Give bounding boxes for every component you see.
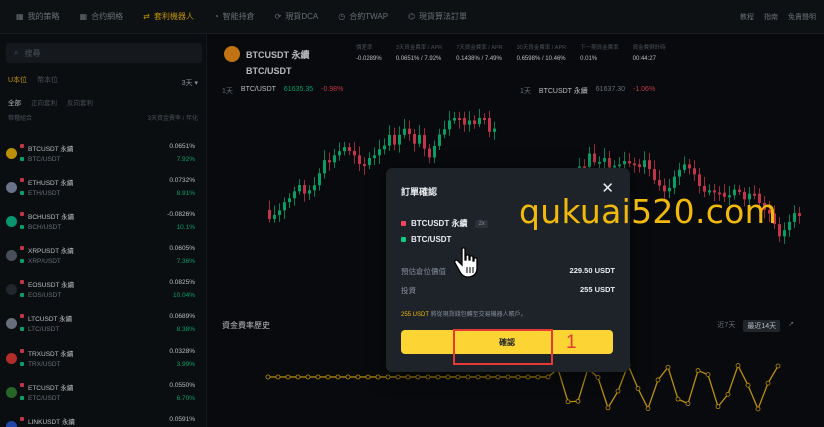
transfer-note: 255 USDT 將從現貨錢包轉至交易機器人賬戶。 (401, 312, 527, 318)
site-watermark: qukuai520.com (519, 192, 778, 231)
position-value-row: 預估倉位價值 229.50 USDT (401, 266, 615, 276)
perp-leg: BTCUSDT 永續 2x (401, 218, 488, 229)
spot-leg: BTC/USDT (401, 235, 451, 244)
long-marker-icon (401, 237, 406, 242)
step-number-annotation: 1 (566, 332, 577, 353)
investment-row: 投資 255 USDT (401, 285, 615, 295)
short-marker-icon (401, 221, 406, 226)
hand-cursor-icon (454, 247, 478, 278)
leverage-badge: 2x (475, 219, 488, 228)
dialog-title: 訂單確認 (401, 187, 438, 197)
confirm-highlight-box (453, 329, 553, 365)
